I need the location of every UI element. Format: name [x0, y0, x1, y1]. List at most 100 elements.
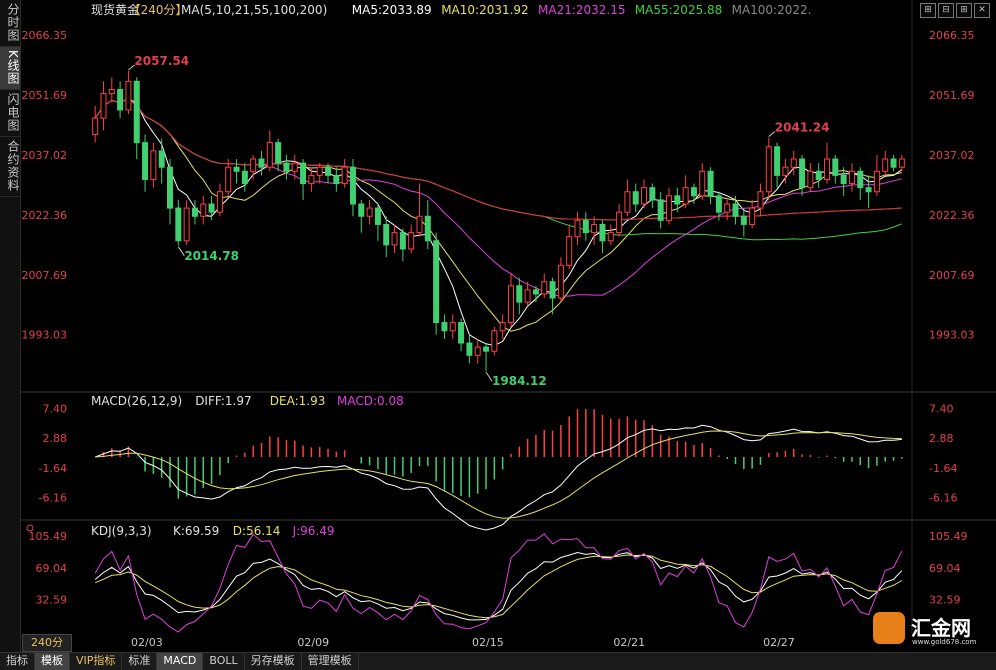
- candle-body: [408, 232, 415, 250]
- bottom-tab-1[interactable]: 模板: [35, 653, 70, 670]
- kdj-header-item-1: K:69.59: [173, 524, 219, 538]
- candle-body: [524, 289, 531, 303]
- candle-46: [474, 338, 481, 364]
- period-label[interactable]: 240分: [22, 634, 72, 652]
- bottom-toolbar: 指标 模板 VIP指标 标准 MACD BOLL 另存模板 管理模板: [0, 652, 996, 670]
- candle-body: [674, 195, 681, 205]
- close-icon[interactable]: ✕: [974, 3, 990, 18]
- bottom-tab-6[interactable]: 另存模板: [245, 653, 302, 670]
- candle-body: [832, 158, 839, 176]
- candle-35: [383, 216, 390, 258]
- kdj-j-line: [94, 533, 903, 633]
- candle-body: [649, 187, 656, 201]
- candle-21: [266, 130, 273, 172]
- candle-54: [541, 273, 548, 299]
- candle-body: [549, 281, 556, 299]
- minimize-icon[interactable]: ⊟: [938, 3, 954, 18]
- annotation-high: 2057.54: [134, 54, 189, 68]
- candle-57: [566, 224, 573, 270]
- price-chart-svg[interactable]: 7.40 7.40 2.88 2.88 -1.64 -1.64 -6.16 -6.16 105…: [21, 0, 996, 652]
- sidebar-tab-3[interactable]: 合约资料: [0, 137, 20, 197]
- candle-body: [374, 207, 381, 225]
- annotation-low: 1984.12: [492, 374, 547, 388]
- maximize-icon[interactable]: ⊞: [920, 3, 936, 18]
- header-item-6: MA55:2025.88: [635, 3, 723, 17]
- date-label-1: 02/09: [297, 636, 329, 649]
- bottom-tab-3[interactable]: 标准: [122, 653, 158, 670]
- candle-37: [399, 228, 406, 262]
- price-axis-right-5: 1993.03: [929, 329, 975, 342]
- candle-47: [483, 343, 490, 372]
- restore-icon[interactable]: ⊞: [956, 3, 972, 18]
- macd-dea-line: [95, 430, 902, 519]
- candle-body: [108, 89, 115, 95]
- candle-body: [358, 203, 365, 217]
- candle-62: [607, 224, 614, 245]
- macd-axis-right-2: -1.64: [929, 462, 957, 475]
- candle-body: [690, 187, 697, 197]
- candle-body: [225, 166, 232, 193]
- candle-body: [399, 232, 406, 250]
- header-item-7: MA100:2022.: [732, 3, 812, 17]
- candle-15: [216, 183, 223, 217]
- ma5-line: [94, 97, 903, 347]
- sidebar-tab-1[interactable]: K线图: [0, 47, 20, 90]
- header-item-1: 【240分】: [129, 3, 188, 17]
- candle-body: [740, 215, 747, 225]
- candle-body: [516, 285, 523, 303]
- candle-5: [133, 77, 140, 160]
- candle-12: [191, 199, 198, 225]
- candle-body: [300, 162, 307, 185]
- candle-24: [291, 154, 298, 180]
- candle-9: [167, 159, 174, 225]
- candle-body: [441, 322, 448, 332]
- macd-header-item-2: DEA:1.93: [270, 394, 326, 408]
- price-axis-left-3: 2022.36: [22, 209, 68, 222]
- price-axis-left-4: 2007.69: [22, 269, 68, 282]
- bottom-tab-7[interactable]: 管理模板: [302, 653, 359, 670]
- candle-6: [142, 134, 149, 192]
- watermark: 汇金网 www.gold678.com: [873, 610, 991, 650]
- candle-body: [715, 195, 722, 213]
- candle-3: [117, 81, 124, 119]
- candle-91: [848, 163, 855, 192]
- candle-13: [200, 195, 207, 225]
- candle-body: [898, 158, 905, 168]
- candle-body: [732, 203, 739, 217]
- candle-44: [458, 318, 465, 352]
- candle-body: [316, 166, 323, 176]
- candle-32: [358, 199, 365, 233]
- candle-body: [175, 207, 182, 242]
- macd-axis-left-0: 7.40: [43, 402, 68, 415]
- sidebar-tab-2[interactable]: 闪电图: [0, 90, 20, 137]
- candle-8: [158, 138, 165, 184]
- candle-20: [258, 150, 265, 176]
- bottom-tab-2[interactable]: VIP指标: [70, 653, 123, 670]
- candle-body: [283, 162, 290, 172]
- candle-65: [632, 183, 639, 213]
- candle-body: [824, 158, 830, 180]
- macd-axis-left-1: 2.88: [43, 432, 68, 445]
- candle-body: [117, 89, 124, 111]
- bottom-tab-0[interactable]: 指标: [0, 653, 35, 670]
- candle-67: [649, 183, 656, 209]
- price-axis-right-0: 2066.35: [929, 29, 975, 42]
- gold678-logo-icon: [873, 612, 905, 644]
- sidebar-tab-0[interactable]: 分时图: [0, 0, 20, 47]
- candle-94: [873, 154, 880, 196]
- bottom-tab-4[interactable]: MACD: [157, 653, 204, 670]
- candle-body: [466, 342, 473, 356]
- candle-76: [724, 199, 731, 221]
- macd-axis-left-3: -6.16: [39, 491, 67, 504]
- kdj-header-item-3: J:96.49: [292, 524, 335, 538]
- candle-body: [532, 289, 539, 295]
- candle-11: [183, 199, 190, 245]
- candle-body: [632, 191, 639, 205]
- candle-41: [433, 232, 440, 335]
- candle-body: [848, 170, 855, 185]
- date-label-3: 02/21: [613, 636, 645, 649]
- candle-73: [699, 163, 706, 200]
- bottom-tab-5[interactable]: BOLL: [203, 653, 245, 670]
- chart-area[interactable]: 7.40 7.40 2.88 2.88 -1.64 -1.64 -6.16 -6.16 105…: [21, 0, 996, 652]
- price-axis-right-3: 2022.36: [929, 209, 975, 222]
